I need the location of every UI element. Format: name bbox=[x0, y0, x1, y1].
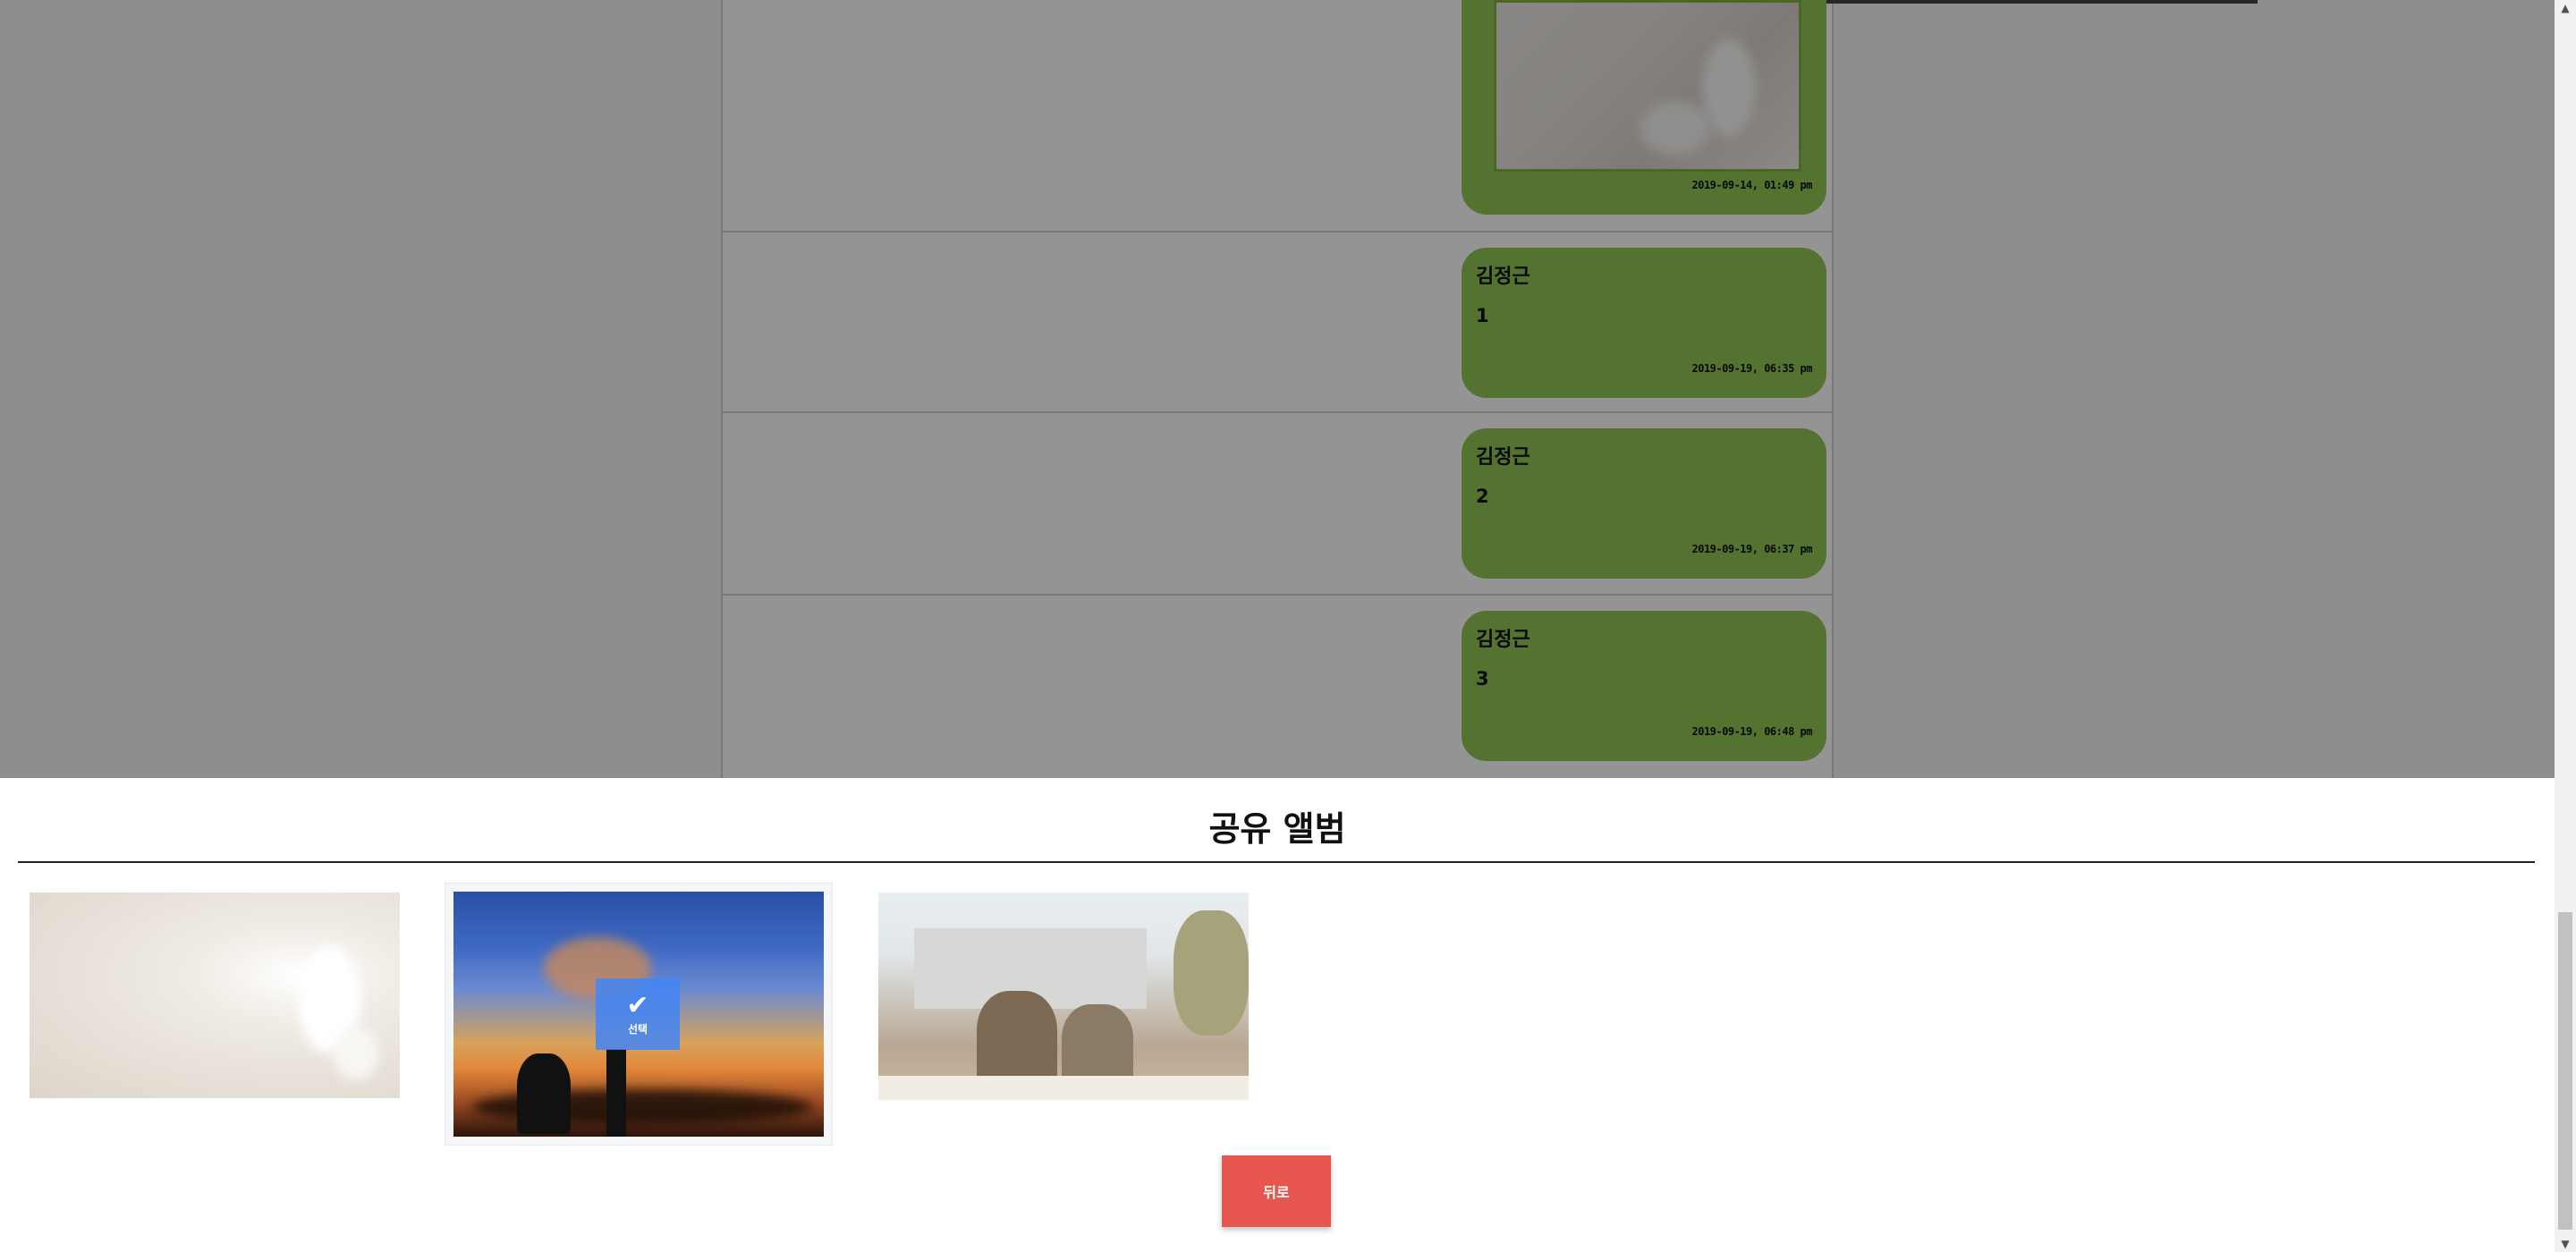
scroll-thumb[interactable] bbox=[2558, 912, 2572, 1230]
scroll-up-arrow-icon[interactable]: ▲ bbox=[2555, 0, 2576, 16]
checkmark-icon: ✔ bbox=[626, 989, 649, 1021]
scroll-down-arrow-icon[interactable]: ▼ bbox=[2555, 1236, 2576, 1252]
back-button[interactable]: 뒤로 bbox=[1222, 1155, 1331, 1227]
modal-backdrop[interactable] bbox=[0, 0, 2576, 778]
sheet-title: 공유 앨범 bbox=[1208, 809, 1346, 849]
album-photo-wedding-selected[interactable]: ✔ 선택 bbox=[445, 884, 832, 1145]
page-scrollbar[interactable]: ▲ ▼ bbox=[2555, 0, 2576, 1252]
album-photo-couple[interactable] bbox=[878, 892, 1249, 1100]
selected-badge[interactable]: ✔ 선택 bbox=[596, 978, 680, 1050]
selected-label: 선택 bbox=[627, 1022, 648, 1036]
shared-album-sheet: 공유 앨범 ✔ 선택 뒤로 bbox=[0, 778, 2555, 1252]
album-photo-bokeh[interactable] bbox=[30, 892, 400, 1098]
divider bbox=[18, 861, 2535, 863]
